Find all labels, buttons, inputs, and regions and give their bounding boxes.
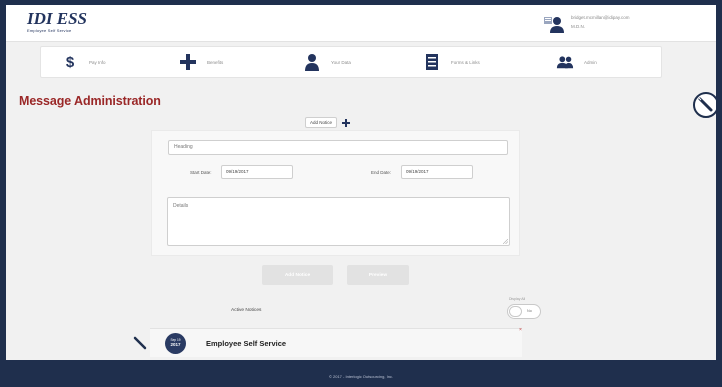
nav-item-your-data[interactable]: Your Data	[303, 47, 351, 77]
user-name: M.D.N.	[571, 24, 585, 29]
add-notice-control[interactable]: Add Notice	[305, 117, 361, 128]
nav-item-pay-info[interactable]: $ Pay Info	[61, 47, 106, 77]
edit-button[interactable]	[693, 92, 719, 118]
preview-button[interactable]: Preview	[347, 265, 409, 285]
add-notice-toggle-button[interactable]: Add Notice	[305, 117, 338, 128]
start-date-label: Start Date:	[190, 170, 212, 175]
end-date-input[interactable]: 09/19/2017	[401, 165, 473, 179]
nav-label-pay-info: Pay Info	[89, 59, 106, 65]
end-date-label: End Date:	[371, 170, 392, 175]
toggle-state-text: No	[527, 309, 532, 313]
nav-label-benefits: Benefits	[207, 59, 224, 65]
plus-icon	[179, 53, 197, 71]
resize-grip-icon[interactable]	[503, 239, 508, 244]
group-icon	[556, 53, 574, 71]
forms-icon	[423, 53, 441, 71]
nav-item-benefits[interactable]: Benefits	[179, 47, 223, 77]
display-all-toggle[interactable]: No	[507, 304, 541, 319]
details-text: Details	[173, 203, 189, 209]
details-textarea[interactable]: Details	[167, 197, 510, 246]
pencil-icon	[698, 97, 713, 112]
app-logo[interactable]: IDI ESS	[27, 10, 87, 27]
user-email: bridget.mcmillan@idipay.com	[571, 15, 630, 20]
person-icon	[303, 53, 321, 71]
svg-text:$: $	[66, 54, 75, 70]
page-footer: © 2017 - Interlogic Outsourcing, Inc.	[0, 360, 722, 387]
start-date-input[interactable]: 09/19/2017	[221, 165, 293, 179]
add-notice-button[interactable]: Add Notice	[262, 265, 333, 285]
display-all-label: Display All	[509, 297, 526, 301]
nav-label-admin: Admin	[584, 59, 597, 65]
badge-year: 2017	[170, 342, 181, 347]
edit-notice-icon[interactable]	[132, 335, 148, 351]
close-icon[interactable]: ×	[519, 327, 522, 333]
toggle-knob	[509, 306, 522, 317]
plus-icon[interactable]	[342, 118, 351, 127]
notice-title: Employee Self Service	[206, 339, 287, 348]
main-nav: $ Pay Info Benefits Your Data Forms & Li…	[40, 46, 662, 78]
active-notices-label: Active Notices	[231, 308, 262, 313]
nav-item-admin[interactable]: Admin	[556, 47, 597, 77]
dollar-icon: $	[61, 53, 79, 71]
page-title: Message Administration	[19, 94, 161, 108]
nav-label-forms-links: Forms & Links	[451, 59, 480, 65]
nav-item-forms-links[interactable]: Forms & Links	[423, 47, 480, 77]
notice-date-badge: Sep 19 2017	[165, 333, 186, 354]
heading-input[interactable]: Heading	[168, 140, 508, 155]
nav-label-your-data: Your Data	[331, 59, 351, 65]
top-header: IDI ESS Employee Self Service bridget.mc…	[6, 5, 716, 42]
user-avatar-icon[interactable]	[544, 15, 564, 33]
app-logo-subtitle: Employee Self Service	[27, 28, 72, 33]
footer-copyright: © 2017 - Interlogic Outsourcing, Inc.	[328, 374, 394, 379]
badge-month: Sep 19	[170, 338, 181, 342]
